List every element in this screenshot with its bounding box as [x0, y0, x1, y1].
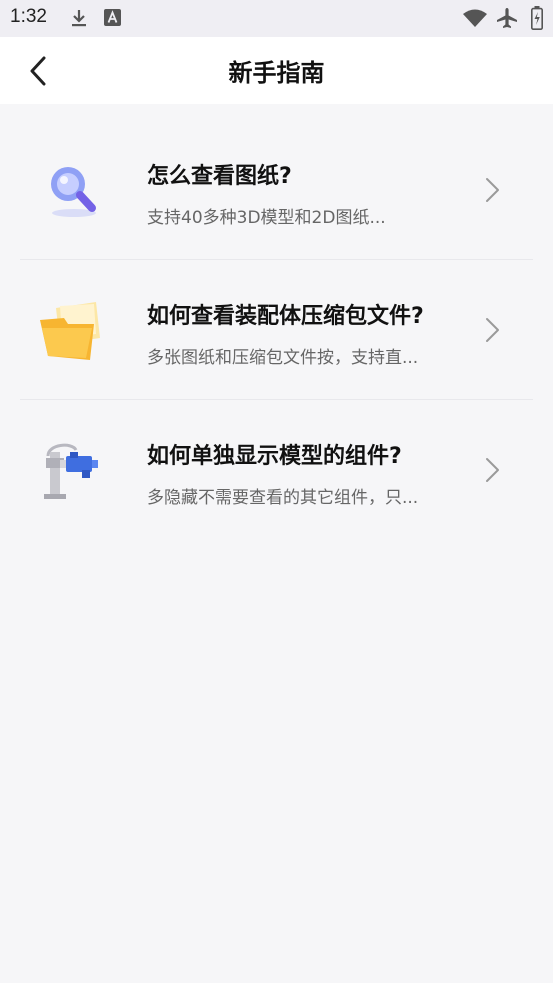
battery-icon	[531, 6, 543, 30]
airplane-icon	[497, 8, 517, 28]
folder-icon	[40, 302, 100, 360]
status-time: 1:32	[10, 6, 47, 27]
chevron-right-icon	[486, 318, 499, 342]
chevron-right-icon	[486, 178, 499, 202]
guide-subtitle: 多张图纸和压缩包文件按，支持直...	[147, 348, 419, 368]
guide-title: 怎么查看图纸?	[147, 164, 292, 189]
guide-list: 怎么查看图纸? 支持40多种3D模型和2D图纸... 如何查看装配体压缩包文件?…	[20, 120, 533, 539]
download-icon	[72, 10, 86, 27]
page-title: 新手指南	[228, 59, 325, 87]
wifi-icon	[463, 9, 487, 27]
model-component-icon	[44, 443, 98, 499]
guide-item-assembly-archive[interactable]: 如何查看装配体压缩包文件? 多张图纸和压缩包文件按，支持直...	[20, 260, 533, 400]
status-bar: 1:32	[0, 0, 553, 37]
guide-title: 如何查看装配体压缩包文件?	[147, 304, 424, 329]
guide-subtitle: 支持40多种3D模型和2D图纸...	[147, 208, 386, 228]
guide-item-show-component[interactable]: 如何单独显示模型的组件? 多隐藏不需要查看的其它组件，只...	[20, 400, 533, 539]
text-a-icon	[104, 9, 121, 26]
guide-item-view-drawings[interactable]: 怎么查看图纸? 支持40多种3D模型和2D图纸...	[20, 120, 533, 260]
chevron-right-icon	[486, 458, 499, 482]
magnifier-icon	[51, 167, 96, 217]
guide-subtitle: 多隐藏不需要查看的其它组件，只...	[147, 488, 419, 508]
guide-title: 如何单独显示模型的组件?	[147, 444, 402, 469]
app-header: 新手指南	[0, 37, 553, 104]
